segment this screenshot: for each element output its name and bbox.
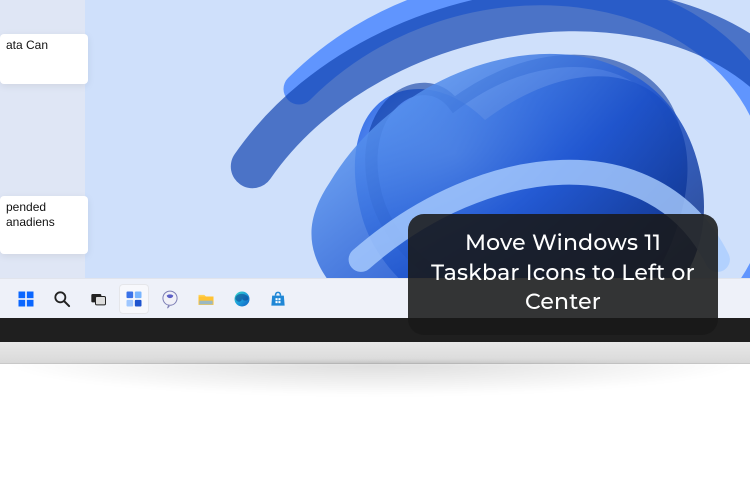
- fragment-text: ata Can: [6, 38, 82, 53]
- window-fragment: ata Can: [0, 34, 88, 84]
- widgets-icon: [124, 289, 144, 309]
- device-base: [0, 342, 750, 364]
- edge-icon: [232, 289, 252, 309]
- windows-logo-icon: [16, 289, 36, 309]
- chat-button[interactable]: [155, 284, 185, 314]
- edge-button[interactable]: [227, 284, 257, 314]
- store-button[interactable]: [263, 284, 293, 314]
- chat-icon: [160, 289, 180, 309]
- start-button[interactable]: [11, 284, 41, 314]
- file-explorer-button[interactable]: [191, 284, 221, 314]
- task-view-icon: [88, 289, 108, 309]
- task-view-button[interactable]: [83, 284, 113, 314]
- window-fragment: pended anadiens: [0, 196, 88, 254]
- store-icon: [268, 289, 288, 309]
- device-shadow: [0, 362, 750, 396]
- widgets-button[interactable]: [119, 284, 149, 314]
- search-button[interactable]: [47, 284, 77, 314]
- fragment-text: pended: [6, 200, 82, 215]
- caption-overlay: Move Windows 11 Taskbar Icons to Left or…: [408, 214, 718, 335]
- fragment-text: anadiens: [6, 215, 82, 230]
- folder-icon: [196, 289, 216, 309]
- search-icon: [52, 289, 72, 309]
